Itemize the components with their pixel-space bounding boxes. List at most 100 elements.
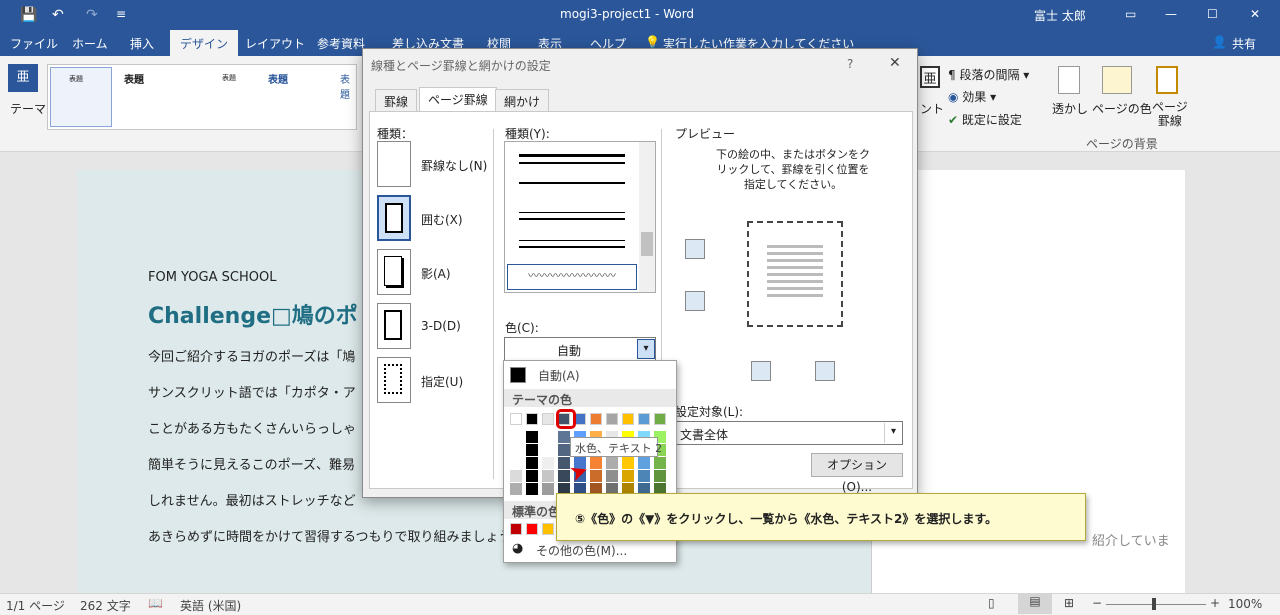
- theme-shade-swatch[interactable]: [526, 431, 538, 443]
- setting-shadow[interactable]: 影(A): [421, 265, 451, 282]
- tab-page-border[interactable]: ページ罫線: [419, 87, 497, 112]
- zoom-in-icon[interactable]: +: [1210, 596, 1220, 610]
- minimize-icon[interactable]: —: [1165, 7, 1177, 21]
- redo-icon[interactable]: ↷: [86, 7, 98, 23]
- style-option[interactable]: [519, 162, 625, 164]
- style-listbox[interactable]: 〰〰〰〰〰〰〰〰: [504, 141, 656, 293]
- color-dropdown-arrow-icon[interactable]: ▾: [637, 339, 655, 359]
- tab-borders[interactable]: 罫線: [375, 89, 418, 111]
- maximize-icon[interactable]: ☐: [1207, 7, 1218, 21]
- left-border-button[interactable]: [751, 361, 771, 381]
- style-thumb[interactable]: 表題: [124, 71, 144, 86]
- theme-button[interactable]: テーマ: [10, 100, 46, 117]
- theme-shade-swatch[interactable]: [638, 457, 650, 469]
- theme-color-swatch[interactable]: [622, 413, 634, 425]
- tab-shading[interactable]: 網かけ: [495, 89, 550, 111]
- style-option[interactable]: [519, 154, 625, 157]
- theme-shade-swatch[interactable]: [622, 470, 634, 482]
- theme-color-swatch[interactable]: [638, 413, 650, 425]
- theme-shade-swatch[interactable]: [654, 457, 666, 469]
- share-button[interactable]: 共有: [1232, 35, 1256, 52]
- font-button-label[interactable]: ント: [920, 100, 944, 117]
- style-thumb[interactable]: 表題: [268, 71, 288, 86]
- close-window-icon[interactable]: ✕: [1250, 7, 1260, 21]
- theme-shade-swatch[interactable]: [638, 470, 650, 482]
- watermark-button[interactable]: 透かし: [1052, 100, 1088, 117]
- effects-button[interactable]: ◉ 効果 ▾: [948, 88, 996, 105]
- style-option-wavy[interactable]: 〰〰〰〰〰〰〰〰: [507, 264, 637, 290]
- theme-shade-swatch[interactable]: [542, 431, 554, 443]
- tab-file[interactable]: ファイル: [10, 35, 58, 52]
- more-colors-option[interactable]: その他の色(M)...: [536, 542, 627, 559]
- tab-home[interactable]: ホーム: [72, 35, 108, 52]
- theme-shade-swatch[interactable]: [510, 470, 522, 482]
- theme-color-swatch[interactable]: [542, 413, 554, 425]
- dialog-close-button[interactable]: ✕: [889, 55, 901, 71]
- setting-none[interactable]: 罫線なし(N): [421, 157, 487, 174]
- setting-3d-icon[interactable]: [377, 303, 411, 349]
- theme-color-swatch[interactable]: [510, 413, 522, 425]
- page-borders-button[interactable]: ページ 罫線: [1152, 100, 1188, 128]
- theme-shade-swatch[interactable]: [510, 483, 522, 495]
- theme-shade-swatch[interactable]: [526, 483, 538, 495]
- style-option[interactable]: [519, 246, 625, 248]
- para-spacing-button[interactable]: ¶ 段落の間隔 ▾: [948, 66, 1029, 83]
- setting-shadow-icon[interactable]: [377, 249, 411, 295]
- tab-layout[interactable]: レイアウト: [245, 35, 305, 52]
- set-default-button[interactable]: ✔ 既定に設定: [948, 111, 1022, 128]
- style-option[interactable]: [519, 218, 625, 220]
- setting-3d[interactable]: 3-D(D): [421, 319, 461, 333]
- zoom-slider[interactable]: [1106, 604, 1206, 605]
- setting-custom[interactable]: 指定(U): [421, 373, 463, 390]
- web-layout-icon[interactable]: ⊞: [1064, 596, 1074, 610]
- standard-color-swatch[interactable]: [526, 523, 538, 535]
- tab-insert[interactable]: 挿入: [130, 35, 154, 52]
- style-thumb[interactable]: 表題: [222, 73, 236, 83]
- ribbon-display-icon[interactable]: ▭: [1125, 7, 1136, 21]
- chevron-down-icon[interactable]: ▾: [884, 423, 902, 443]
- style-thumb[interactable]: 表題: [340, 71, 356, 101]
- style-gallery[interactable]: 表題 表題 表題 表題 表題: [47, 64, 357, 130]
- theme-shade-swatch[interactable]: [654, 470, 666, 482]
- zoom-level[interactable]: 100%: [1228, 597, 1262, 611]
- theme-shade-swatch[interactable]: [590, 457, 602, 469]
- language[interactable]: 英語 (米国): [180, 597, 241, 614]
- theme-shade-swatch[interactable]: [558, 444, 570, 456]
- theme-shade-swatch[interactable]: [542, 444, 554, 456]
- tab-design[interactable]: デザイン: [170, 30, 239, 56]
- proofing-icon[interactable]: 📖: [148, 596, 163, 610]
- theme-shade-swatch[interactable]: [542, 457, 554, 469]
- setting-box[interactable]: 囲む(X): [421, 211, 463, 228]
- print-layout-icon[interactable]: ▤: [1018, 594, 1052, 614]
- theme-shade-swatch[interactable]: [606, 470, 618, 482]
- page-color-button[interactable]: ページの色: [1092, 100, 1152, 117]
- zoom-out-icon[interactable]: −: [1092, 596, 1102, 610]
- style-scrollbar[interactable]: [639, 142, 655, 292]
- theme-shade-swatch[interactable]: [510, 444, 522, 456]
- word-count[interactable]: 262 文字: [80, 597, 131, 614]
- standard-color-swatch[interactable]: [510, 523, 522, 535]
- style-option[interactable]: [519, 240, 625, 241]
- help-button[interactable]: ?: [847, 57, 853, 71]
- right-border-button[interactable]: [815, 361, 835, 381]
- theme-color-swatch[interactable]: [606, 413, 618, 425]
- color-dropdown[interactable]: 自動 ▾: [504, 337, 656, 361]
- preview-page[interactable]: [747, 221, 843, 327]
- options-button[interactable]: オプション(O)...: [811, 453, 903, 494]
- theme-shade-swatch[interactable]: [558, 431, 570, 443]
- user-name[interactable]: 富士 太郎: [1034, 7, 1086, 24]
- top-border-button[interactable]: [685, 239, 705, 259]
- theme-shade-swatch[interactable]: [542, 470, 554, 482]
- style-thumb[interactable]: 表題: [50, 67, 112, 127]
- theme-color-swatch[interactable]: [590, 413, 602, 425]
- tab-references[interactable]: 参考資料: [317, 35, 365, 52]
- style-option[interactable]: [519, 212, 625, 213]
- read-mode-icon[interactable]: ▯: [988, 596, 995, 610]
- zoom-slider-thumb[interactable]: [1152, 598, 1156, 610]
- theme-shade-swatch[interactable]: [622, 457, 634, 469]
- theme-shade-swatch[interactable]: [510, 457, 522, 469]
- theme-shade-swatch[interactable]: [526, 457, 538, 469]
- theme-color-swatch[interactable]: [654, 413, 666, 425]
- theme-shade-swatch[interactable]: [542, 483, 554, 495]
- auto-color-swatch[interactable]: [510, 367, 526, 383]
